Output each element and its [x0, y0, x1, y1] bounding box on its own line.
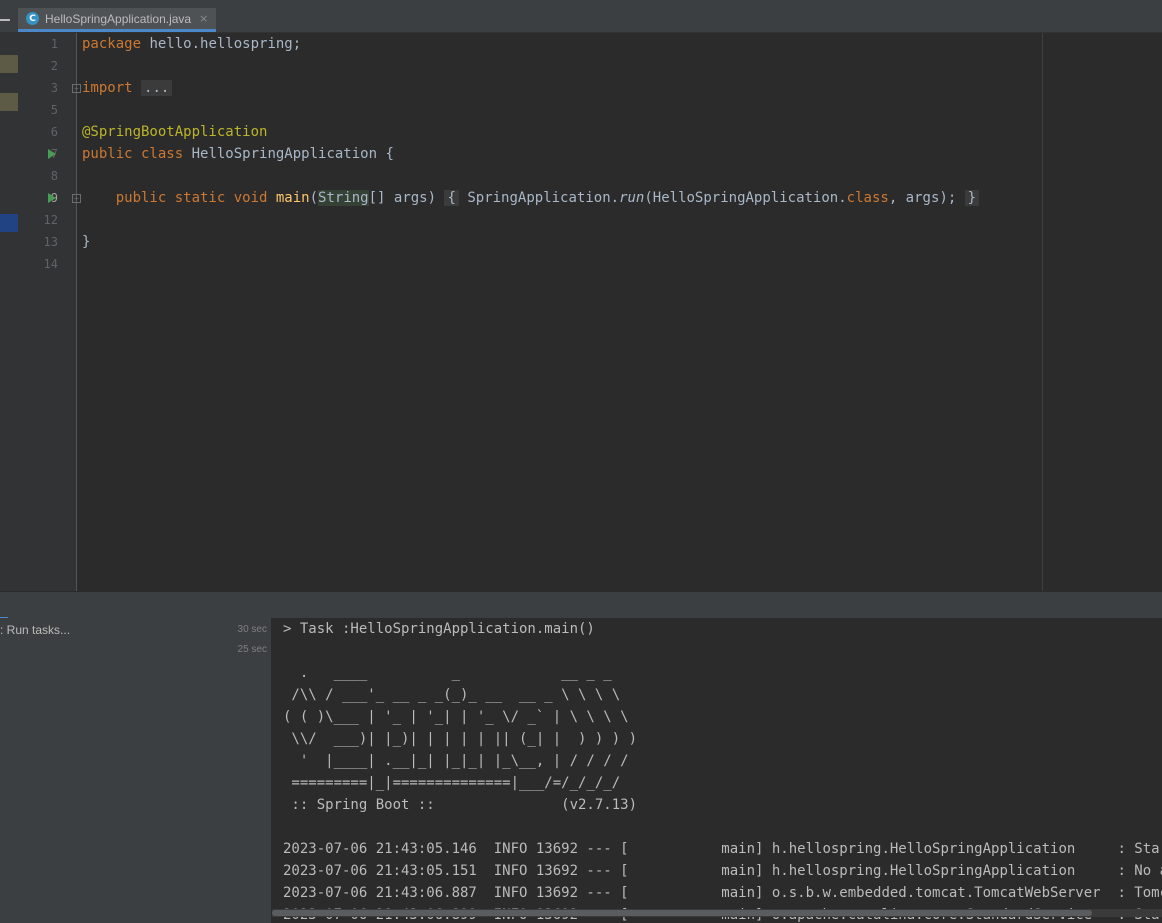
code-token: [] args) — [368, 190, 445, 206]
code-editor[interactable]: package hello.hellospring; import ... @S… — [82, 33, 1042, 591]
keyword: import — [82, 80, 133, 96]
line-number: 13 — [43, 235, 58, 249]
task-label: : Run tasks... — [0, 623, 71, 637]
console-line: 2023-07-06 21:43:05.151 INFO 13692 --- [… — [283, 863, 1162, 879]
console-line: > Task :HelloSpringApplication.main() — [283, 621, 595, 637]
fold-brace: { — [444, 190, 459, 206]
window-top-strip — [0, 0, 1162, 8]
line-number: 1 — [50, 37, 58, 51]
line-number: 5 — [50, 103, 58, 117]
current-line-marker — [0, 214, 18, 232]
scrollbar-thumb[interactable] — [272, 910, 1092, 916]
method-name: main — [267, 190, 310, 206]
close-icon[interactable]: × — [199, 12, 208, 25]
code-token: (HelloSpringApplication. — [644, 190, 847, 206]
console-line: ' |____| .__|_| |_|_| |_\__, | / / / / — [283, 753, 629, 769]
fold-expand-icon[interactable]: + — [72, 84, 81, 93]
line-number-gutter: 1 2 3 5 6 7 8 9 12 13 14 + + — [18, 33, 81, 591]
task-row[interactable]: : Run tasks... 30 sec — [0, 620, 271, 640]
code-line-7: public class HelloSpringApplication { — [82, 146, 394, 162]
code-line-6: @SpringBootApplication — [82, 124, 267, 140]
code-line-1: package hello.hellospring; — [82, 36, 301, 52]
keyword: class — [846, 190, 889, 206]
console-line: . ____ _ __ _ _ — [283, 665, 612, 681]
static-call: run — [619, 190, 645, 206]
run-tool-window-header[interactable] — [0, 591, 1162, 619]
editor-tab-bar: C HelloSpringApplication.java × — [0, 8, 1162, 33]
line-number: 2 — [50, 59, 58, 73]
change-marker — [0, 55, 18, 73]
line-number: 14 — [43, 257, 58, 271]
annotation: @SpringBootApplication — [82, 124, 268, 140]
closing-brace: } — [82, 234, 91, 250]
task-time: 30 sec — [237, 624, 267, 635]
keyword: package — [82, 36, 142, 52]
tab-title: HelloSpringApplication.java — [45, 11, 192, 26]
code-token: , args); — [888, 190, 965, 206]
console-line: =========|_|==============|___/=/_/_/_/ — [283, 775, 621, 791]
console-line: 2023-07-06 21:43:06.887 INFO 13692 --- [… — [283, 885, 1162, 901]
console-line: /\\ / ___'_ __ _ _(_)_ __ __ _ \ \ \ \ — [283, 687, 621, 703]
folded-imports[interactable]: ... — [141, 80, 173, 96]
class-declaration: HelloSpringApplication { — [183, 146, 394, 162]
task-time: 25 sec — [237, 644, 267, 655]
task-row[interactable]: 25 sec — [0, 640, 271, 660]
java-class-c-icon: C — [26, 12, 39, 25]
code-line-3: import ... — [82, 80, 173, 96]
console-line: 2023-07-06 21:43:05.146 INFO 13692 --- [… — [283, 841, 1162, 857]
fold-brace: } — [964, 190, 980, 206]
tab-hellospringapplication[interactable]: C HelloSpringApplication.java × — [18, 8, 217, 32]
code-line-9: public static void main(String[] args) {… — [82, 190, 980, 206]
right-margin-guide — [1042, 33, 1043, 591]
type-ref: String — [318, 190, 369, 206]
run-console-output[interactable]: > Task :HelloSpringApplication.main() . … — [272, 618, 1162, 923]
line-number: 3 — [50, 81, 58, 95]
console-line: ( ( )\___ | '_ | '_| | '_ \/ _` | \ \ \ … — [283, 709, 629, 725]
console-line: :: Spring Boot :: (v2.7.13) — [283, 797, 638, 813]
left-marker-strip — [0, 33, 18, 591]
package-name: hello.hellospring; — [141, 36, 302, 52]
line-number: 12 — [43, 213, 58, 227]
code-line-13: } — [82, 234, 90, 250]
keyword: public class — [82, 146, 184, 162]
run-main-icon[interactable] — [48, 193, 56, 203]
console-horizontal-scrollbar[interactable] — [272, 909, 1162, 917]
code-token: ( — [309, 190, 319, 206]
keyword: public static void — [82, 190, 268, 206]
line-number: 8 — [50, 169, 58, 183]
run-tasks-panel: : Run tasks... 30 sec 25 sec — [0, 618, 271, 923]
change-marker — [0, 93, 18, 111]
line-number: 6 — [50, 125, 58, 139]
console-line: \\/ ___)| |_)| | | | | || (_| | ) ) ) ) — [283, 731, 638, 747]
code-token: SpringApplication. — [458, 190, 620, 206]
minimize-icon[interactable] — [0, 19, 10, 21]
run-class-icon[interactable] — [48, 149, 56, 159]
fold-expand-icon[interactable]: + — [72, 194, 81, 203]
